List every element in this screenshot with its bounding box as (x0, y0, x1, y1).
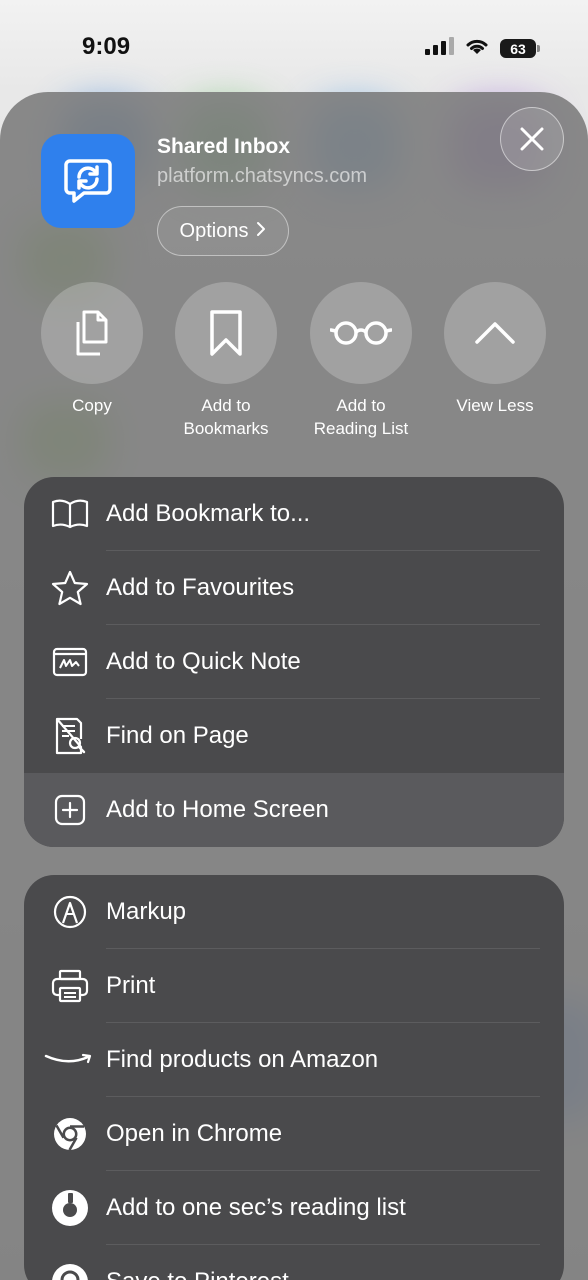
menu-item-markup[interactable]: Markup (24, 875, 564, 949)
markup-icon (50, 892, 90, 932)
amazon-icon (44, 1040, 94, 1080)
add-to-bookmarks-action[interactable]: Add to Bookmarks (161, 282, 291, 440)
one-sec-icon (50, 1188, 90, 1228)
chrome-icon (50, 1114, 90, 1154)
options-label: Options (179, 219, 249, 242)
star-icon (50, 568, 90, 608)
copy-icon (76, 310, 108, 356)
menu-item-add-to-quick-note[interactable]: Add to Quick Note (24, 625, 564, 699)
printer-icon (50, 966, 90, 1006)
cellular-signal-icon (424, 36, 454, 61)
menu-item-add-bookmark-to[interactable]: Add Bookmark to... (24, 477, 564, 551)
app-icon (41, 134, 135, 228)
quick-note-icon (50, 642, 90, 682)
menu-item-open-in-chrome[interactable]: Open in Chrome (24, 1097, 564, 1171)
close-button[interactable] (500, 107, 564, 171)
add-to-reading-list-action[interactable]: Add to Reading List (296, 282, 426, 440)
page-url: platform.chatsyncs.com (157, 165, 368, 187)
copy-action[interactable]: Copy (27, 282, 157, 417)
view-less-action[interactable]: View Less (430, 282, 560, 417)
wifi-icon (464, 36, 490, 61)
find-on-page-icon (50, 716, 90, 756)
copy-label: Copy (72, 396, 112, 415)
chevron-right-icon (256, 220, 266, 243)
share-sheet: Shared Inbox platform.chatsyncs.com Opti… (0, 92, 588, 1280)
close-icon (520, 127, 544, 151)
battery-icon: 63 (500, 39, 540, 58)
pinterest-icon (50, 1262, 90, 1280)
reading-glasses-icon (330, 321, 392, 345)
menu-item-save-to-pinterest[interactable]: Save to Pinterest (24, 1245, 564, 1280)
menu-item-find-on-page[interactable]: Find on Page (24, 699, 564, 773)
add-to-bookmarks-label: Add to Bookmarks (183, 396, 269, 438)
plus-square-icon (50, 790, 90, 830)
status-time: 9:09 (82, 33, 131, 60)
chat-sync-icon (64, 159, 112, 203)
options-button[interactable]: Options (157, 206, 289, 256)
book-icon (50, 494, 90, 534)
menu-group-secondary: Markup Print Find products on Amazon Ope… (24, 875, 564, 1280)
menu-item-print[interactable]: Print (24, 949, 564, 1023)
menu-item-find-products-on-amazon[interactable]: Find products on Amazon (24, 1023, 564, 1097)
menu-item-add-to-favourites[interactable]: Add to Favourites (24, 551, 564, 625)
menu-group-primary: Add Bookmark to... Add to Favourites Add… (24, 477, 564, 847)
page-title: Shared Inbox (157, 135, 291, 158)
status-bar: 9:09 63 (0, 0, 588, 92)
menu-item-add-to-one-sec-reading-list[interactable]: Add to one sec’s reading list (24, 1171, 564, 1245)
add-to-reading-list-label: Add to Reading List (313, 396, 409, 438)
chevron-up-icon (475, 322, 515, 344)
view-less-label: View Less (456, 396, 534, 415)
menu-item-add-to-home-screen[interactable]: Add to Home Screen (24, 773, 564, 847)
bookmark-icon (210, 310, 242, 356)
